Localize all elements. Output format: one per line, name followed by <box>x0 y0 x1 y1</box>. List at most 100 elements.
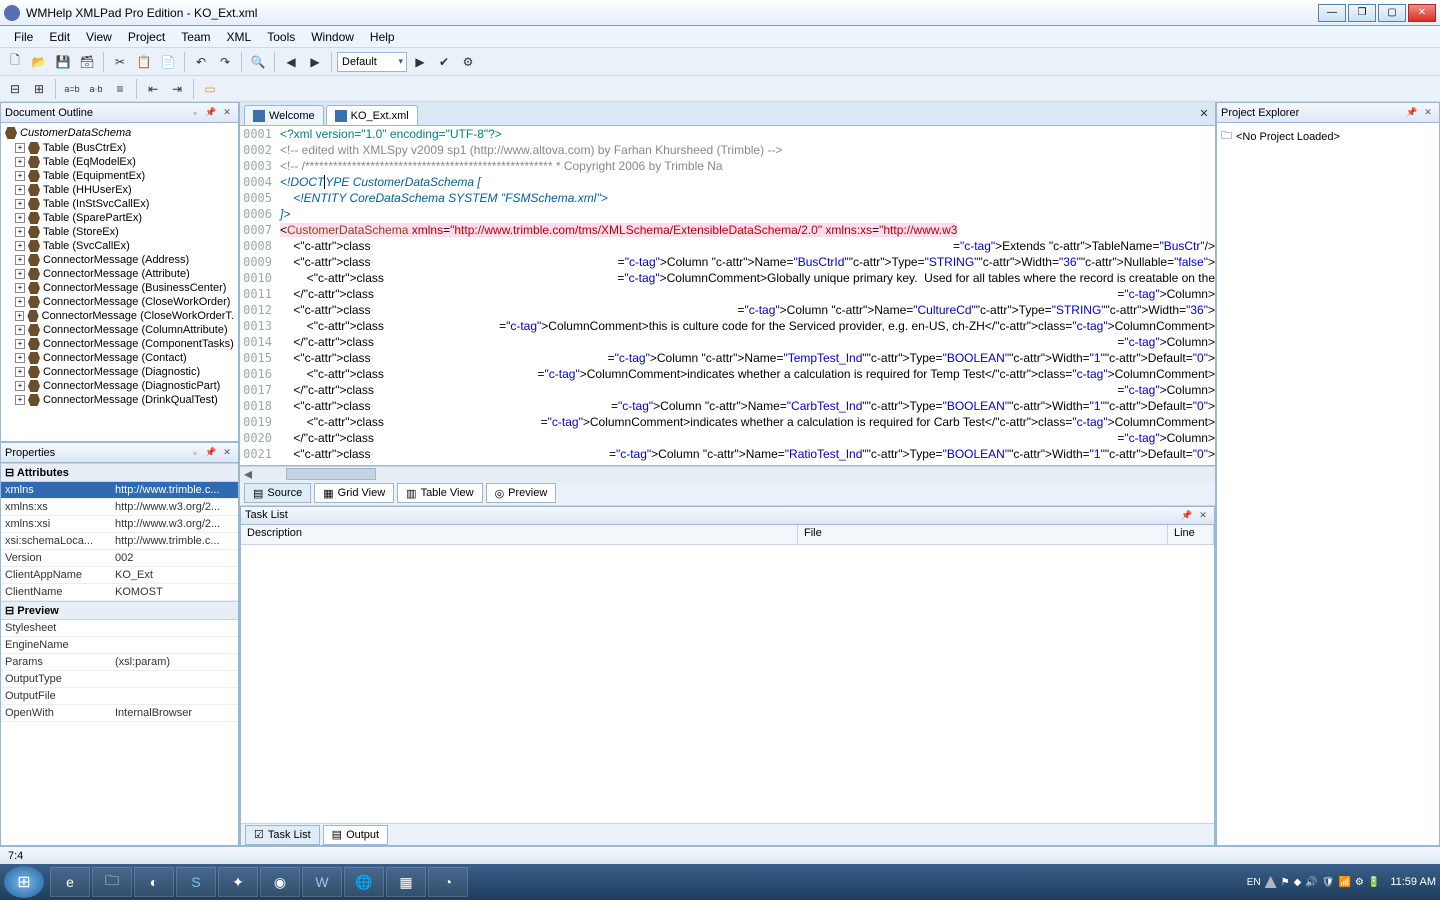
expand-icon[interactable]: + <box>15 325 25 335</box>
text-button[interactable]: ≡ <box>109 78 131 100</box>
expand-icon[interactable]: + <box>15 395 25 405</box>
outline-item[interactable]: +Table (SparePartEx) <box>1 211 238 225</box>
menu-view[interactable]: View <box>78 28 120 46</box>
prop-row[interactable]: Params(xsl:param) <box>1 654 238 671</box>
expand-icon[interactable]: + <box>15 171 25 181</box>
menu-project[interactable]: Project <box>120 28 173 46</box>
close-button[interactable]: ✕ <box>1408 4 1436 22</box>
taskbar-chrome[interactable]: ◉ <box>260 867 300 897</box>
outline-item[interactable]: +Table (InStSvcCallEx) <box>1 197 238 211</box>
outline-item[interactable]: +Table (StoreEx) <box>1 225 238 239</box>
taskbar-app4[interactable]: ▦ <box>386 867 426 897</box>
outline-item[interactable]: +ConnectorMessage (ColumnAttribute) <box>1 323 238 337</box>
bottab-output[interactable]: ▤ Output <box>323 825 388 845</box>
maximize-button[interactable]: ▢ <box>1378 4 1406 22</box>
outline-item[interactable]: +ConnectorMessage (ComponentTasks) <box>1 337 238 351</box>
outline-item[interactable]: +Table (SvcCallEx) <box>1 239 238 253</box>
system-tray[interactable]: EN ⚑ ◆ 🔊 🛡 📶 ⚙ 🔋 11:59 AM <box>1247 876 1436 888</box>
expand-icon[interactable]: + <box>15 157 25 167</box>
tab-close-icon[interactable]: ✕ <box>1197 106 1211 120</box>
tab-ko-ext[interactable]: KO_Ext.xml <box>326 105 418 125</box>
expand-icon[interactable]: + <box>15 199 25 209</box>
viewtab-table[interactable]: ▥ Table View <box>397 483 482 503</box>
expand-icon[interactable]: + <box>15 311 24 321</box>
menu-edit[interactable]: Edit <box>41 28 78 46</box>
taskbar-app3[interactable]: 🌐 <box>344 867 384 897</box>
tray-up-icon[interactable] <box>1265 876 1277 888</box>
start-button[interactable]: ⊞ <box>4 866 44 898</box>
bottab-tasklist[interactable]: ☑ Task List <box>245 825 320 845</box>
prop-row[interactable]: xsi:schemaLoca...http://www.trimble.c... <box>1 533 238 550</box>
outline-item[interactable]: +ConnectorMessage (DiagnosticPart) <box>1 379 238 393</box>
tray-icon[interactable]: 🛡 <box>1322 877 1335 888</box>
col-description[interactable]: Description <box>241 525 798 544</box>
outline-item[interactable]: +Table (BusCtrEx) <box>1 141 238 155</box>
copy-button[interactable]: 📋 <box>133 51 155 73</box>
outline-item[interactable]: +ConnectorMessage (Contact) <box>1 351 238 365</box>
save-button[interactable]: 💾 <box>52 51 74 73</box>
menu-tools[interactable]: Tools <box>259 28 303 46</box>
redo-button[interactable]: ↷ <box>214 51 236 73</box>
config-combo[interactable]: Default <box>337 52 407 72</box>
taskbar-skype[interactable]: S <box>176 867 216 897</box>
nav-fwd-button[interactable]: ▶ <box>304 51 326 73</box>
tray-icon[interactable]: ◆ <box>1294 877 1302 888</box>
prop-row[interactable]: xmlnshttp://www.trimble.c... <box>1 482 238 499</box>
tray-icon[interactable]: ⚙ <box>1355 877 1364 888</box>
prop-row[interactable]: xmlns:xsihttp://www.w3.org/2... <box>1 516 238 533</box>
expand-icon[interactable]: + <box>15 297 25 307</box>
outline-item[interactable]: +ConnectorMessage (CloseWorkOrderT. <box>1 309 238 323</box>
viewtab-grid[interactable]: ▦ Grid View <box>314 483 394 503</box>
tasklist-pin-icon[interactable]: 📌 <box>1180 508 1194 522</box>
taskbar-word[interactable]: W <box>302 867 342 897</box>
prop-row[interactable]: OutputType <box>1 671 238 688</box>
explorer-pin-icon[interactable]: 📌 <box>1405 106 1419 120</box>
outline-item[interactable]: +ConnectorMessage (Address) <box>1 253 238 267</box>
explorer-close-icon[interactable]: ✕ <box>1421 106 1435 120</box>
indent-button[interactable]: ⇥ <box>166 78 188 100</box>
nav-back-button[interactable]: ◀ <box>280 51 302 73</box>
new-button[interactable]: 🗋 <box>4 51 26 73</box>
menu-help[interactable]: Help <box>362 28 403 46</box>
col-file[interactable]: File <box>798 525 1168 544</box>
prop-row[interactable]: EngineName <box>1 637 238 654</box>
expand-icon[interactable]: + <box>15 381 25 391</box>
expand-icon[interactable]: + <box>15 367 25 377</box>
outline-item[interactable]: +ConnectorMessage (CloseWorkOrder) <box>1 295 238 309</box>
taskbar-xmlpad[interactable]: ◔ <box>428 867 468 897</box>
minimize-button[interactable]: — <box>1318 4 1346 22</box>
menu-file[interactable]: File <box>6 28 41 46</box>
outline-item[interactable]: +ConnectorMessage (DrinkQualTest) <box>1 393 238 407</box>
prop-row[interactable]: Stylesheet <box>1 620 238 637</box>
attr-button[interactable]: a=b <box>61 78 83 100</box>
taskbar-explorer[interactable]: 🗀 <box>92 867 132 897</box>
props-dock-icon[interactable]: ▫ <box>188 446 202 460</box>
outline-item[interactable]: +ConnectorMessage (BusinessCenter) <box>1 281 238 295</box>
prop-row[interactable]: ClientAppNameKO_Ext <box>1 567 238 584</box>
menu-team[interactable]: Team <box>173 28 218 46</box>
tray-icon[interactable]: 🔊 <box>1305 877 1317 888</box>
expand-icon[interactable]: + <box>15 269 25 279</box>
tab-welcome[interactable]: Welcome <box>244 105 324 125</box>
expand-icon[interactable]: + <box>15 283 25 293</box>
open-button[interactable]: 📂 <box>28 51 50 73</box>
taskbar-ie[interactable]: e <box>50 867 90 897</box>
tree-expand-button[interactable]: ⊞ <box>28 78 50 100</box>
code-editor[interactable]: 0001<?xml version="1.0" encoding="UTF-8"… <box>240 126 1215 465</box>
tray-icon[interactable]: ⚑ <box>1281 877 1290 888</box>
elem-button[interactable]: a·b <box>85 78 107 100</box>
col-line[interactable]: Line <box>1168 525 1214 544</box>
outline-item[interactable]: +ConnectorMessage (Attribute) <box>1 267 238 281</box>
expand-icon[interactable]: + <box>15 241 25 251</box>
prop-row[interactable]: ClientNameKOMOST <box>1 584 238 601</box>
expand-icon[interactable]: + <box>15 255 25 265</box>
outline-pin-icon[interactable]: 📌 <box>204 106 218 120</box>
outline-dock-icon[interactable]: ▫ <box>188 106 202 120</box>
prop-row[interactable]: OpenWithInternalBrowser <box>1 705 238 722</box>
undo-button[interactable]: ↶ <box>190 51 212 73</box>
outdent-button[interactable]: ⇤ <box>142 78 164 100</box>
outline-close-icon[interactable]: ✕ <box>220 106 234 120</box>
taskbar-app1[interactable]: ◐ <box>134 867 174 897</box>
expand-icon[interactable]: + <box>15 213 25 223</box>
taskbar-app2[interactable]: ✦ <box>218 867 258 897</box>
